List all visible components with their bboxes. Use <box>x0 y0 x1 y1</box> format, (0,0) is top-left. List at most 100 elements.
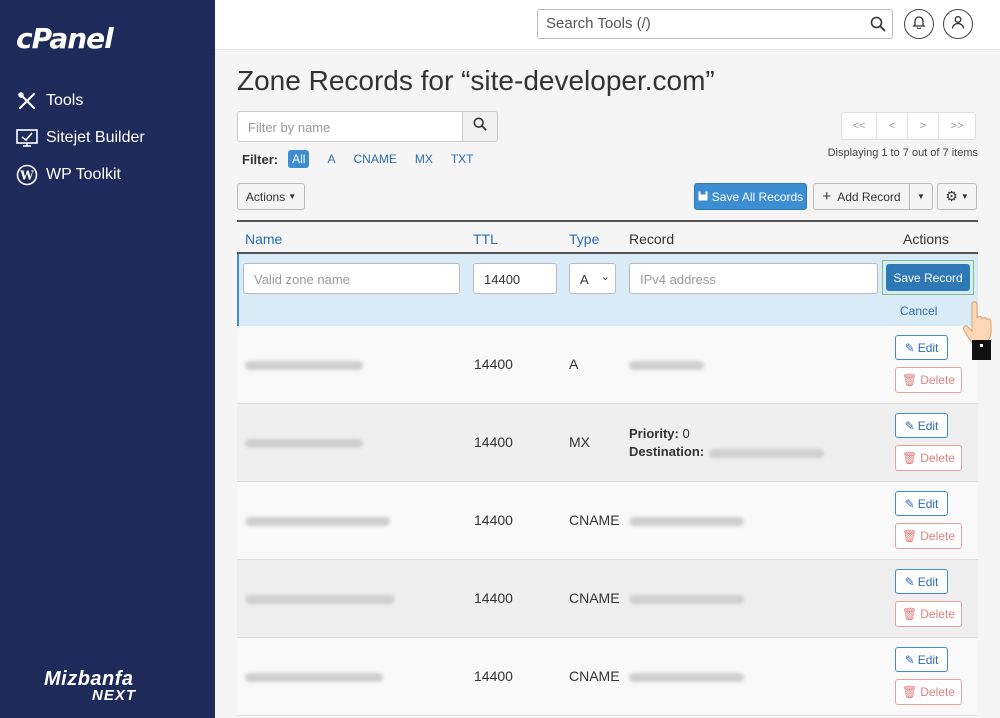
trash-icon: 🗑 <box>902 451 918 465</box>
tools-icon <box>16 90 38 112</box>
edit-label: Edit <box>917 652 939 667</box>
cancel-link[interactable]: Cancel <box>900 304 937 318</box>
name-field[interactable]: Valid zone name <box>243 263 460 294</box>
ttl-field[interactable]: 14400 <box>473 263 557 294</box>
filter-search-button[interactable] <box>462 111 498 142</box>
filter-all[interactable]: All <box>288 150 310 168</box>
top-bar: Search Tools (/) <box>215 0 1000 50</box>
settings-dropdown[interactable]: ⚙ ▼ <box>937 183 977 210</box>
trash-icon: 🗑 <box>902 607 918 621</box>
sidebar-item-tools[interactable]: Tools <box>0 82 215 119</box>
delete-label: Delete <box>920 373 955 387</box>
plus-icon: + <box>822 188 832 205</box>
edit-button[interactable]: ✎ Edit <box>895 335 948 360</box>
caret-down-icon: ▼ <box>288 192 297 201</box>
first-page-button[interactable]: << <box>841 112 877 140</box>
record-ttl: 14400 <box>474 512 513 528</box>
search-icon <box>473 117 487 136</box>
record-ttl: 14400 <box>474 668 513 684</box>
priority-label: Priority: <box>629 426 679 441</box>
page-title: Zone Records for “site-developer.com” <box>237 65 715 96</box>
table-row: 14400 CNAME ✎ Edit 🗑 Delete <box>237 482 978 560</box>
edit-button[interactable]: ✎ Edit <box>895 413 948 438</box>
edit-button[interactable]: ✎ Edit <box>895 491 948 516</box>
filter-cname[interactable]: CNAME <box>353 152 396 166</box>
mx-destination-value <box>709 449 824 458</box>
sidebar-item-label: Tools <box>46 91 84 109</box>
save-record-button[interactable]: Save Record <box>886 264 970 291</box>
bell-icon <box>912 15 926 34</box>
sidebar: cPanel Tools Sitejet Builder W WP Toolki… <box>0 0 215 718</box>
filter-input[interactable]: Filter by name <box>237 111 463 142</box>
save-icon <box>698 190 708 204</box>
filter-placeholder: Filter by name <box>248 120 331 135</box>
delete-button[interactable]: 🗑 Delete <box>895 367 962 393</box>
search-placeholder: Search Tools (/) <box>546 15 651 32</box>
caret-down-icon: ▼ <box>917 192 925 201</box>
type-select-value: A <box>580 272 589 287</box>
filter-txt[interactable]: TXT <box>451 152 474 166</box>
header-type[interactable]: Type <box>569 231 599 247</box>
filter-mx[interactable]: MX <box>415 152 433 166</box>
edit-button[interactable]: ✎ Edit <box>895 569 948 594</box>
trash-icon: 🗑 <box>902 685 918 699</box>
filter-a[interactable]: A <box>327 152 335 166</box>
sidebar-item-label: Sitejet Builder <box>46 128 145 146</box>
record-type: CNAME <box>569 512 620 528</box>
sidebar-nav: Tools Sitejet Builder W WP Toolkit <box>0 82 215 193</box>
record-name <box>245 361 363 370</box>
delete-button[interactable]: 🗑 Delete <box>895 679 962 705</box>
edit-button[interactable]: ✎ Edit <box>895 647 948 672</box>
cpanel-logo[interactable]: cPanel <box>16 22 114 55</box>
edit-label: Edit <box>917 340 939 355</box>
chevron-down-icon: ⌄ <box>600 271 610 283</box>
add-record-dropdown[interactable]: ▼ <box>909 183 933 210</box>
pencil-icon: ✎ <box>904 496 915 511</box>
search-input[interactable]: Search Tools (/) <box>537 9 893 39</box>
edit-label: Edit <box>917 496 939 511</box>
wordpress-icon: W <box>16 164 38 186</box>
record-name <box>245 595 395 604</box>
prev-page-button[interactable]: < <box>876 112 908 140</box>
delete-button[interactable]: 🗑 Delete <box>895 445 962 471</box>
user-icon <box>951 15 965 34</box>
new-record-row: Valid zone name 14400 A ⌄ IPv4 address S… <box>237 254 978 326</box>
next-page-button[interactable]: > <box>907 112 939 140</box>
delete-button[interactable]: 🗑 Delete <box>895 523 962 549</box>
table-row: 14400 CNAME ✎ Edit 🗑 Delete <box>237 560 978 638</box>
trash-icon: 🗑 <box>902 529 918 543</box>
record-ttl: 14400 <box>474 434 513 450</box>
record-value <box>629 517 744 526</box>
save-all-records-button[interactable]: Save All Records <box>694 183 807 210</box>
actions-dropdown[interactable]: Actions ▼ <box>237 183 305 210</box>
pencil-icon: ✎ <box>904 418 915 433</box>
record-name <box>245 673 383 682</box>
header-name[interactable]: Name <box>245 231 282 247</box>
brand-logo: Mizbanfa NEXT <box>44 668 136 704</box>
type-select[interactable]: A ⌄ <box>569 263 616 294</box>
mx-destination-label: Destination: <box>629 444 705 459</box>
main-content: Zone Records for “site-developer.com” Fi… <box>215 50 1000 718</box>
search-icon[interactable] <box>870 16 886 37</box>
add-record-label: Add Record <box>837 189 901 204</box>
header-ttl[interactable]: TTL <box>473 231 498 247</box>
record-ttl: 14400 <box>474 356 513 372</box>
add-record-button[interactable]: + Add Record <box>813 183 910 210</box>
record-field[interactable]: IPv4 address <box>629 263 878 294</box>
user-menu-button[interactable] <box>943 9 973 39</box>
edit-label: Edit <box>917 574 939 589</box>
pencil-icon: ✎ <box>904 340 915 355</box>
table-row: 14400 MX Priority: 0 Destination: ✎ Edit … <box>237 404 978 482</box>
sidebar-item-sitejet[interactable]: Sitejet Builder <box>0 119 215 156</box>
sidebar-item-wp-toolkit[interactable]: W WP Toolkit <box>0 156 215 193</box>
caret-down-icon: ▼ <box>960 192 969 201</box>
delete-button[interactable]: 🗑 Delete <box>895 601 962 627</box>
last-page-button[interactable]: >> <box>938 112 976 140</box>
record-ttl: 14400 <box>474 590 513 606</box>
table-row: 14400 A ✎ Edit 🗑 Delete <box>237 326 978 404</box>
record-type: A <box>569 356 579 372</box>
pencil-icon: ✎ <box>904 574 915 589</box>
notifications-button[interactable] <box>904 9 934 39</box>
header-actions: Actions <box>903 231 949 247</box>
record-value <box>629 673 744 682</box>
